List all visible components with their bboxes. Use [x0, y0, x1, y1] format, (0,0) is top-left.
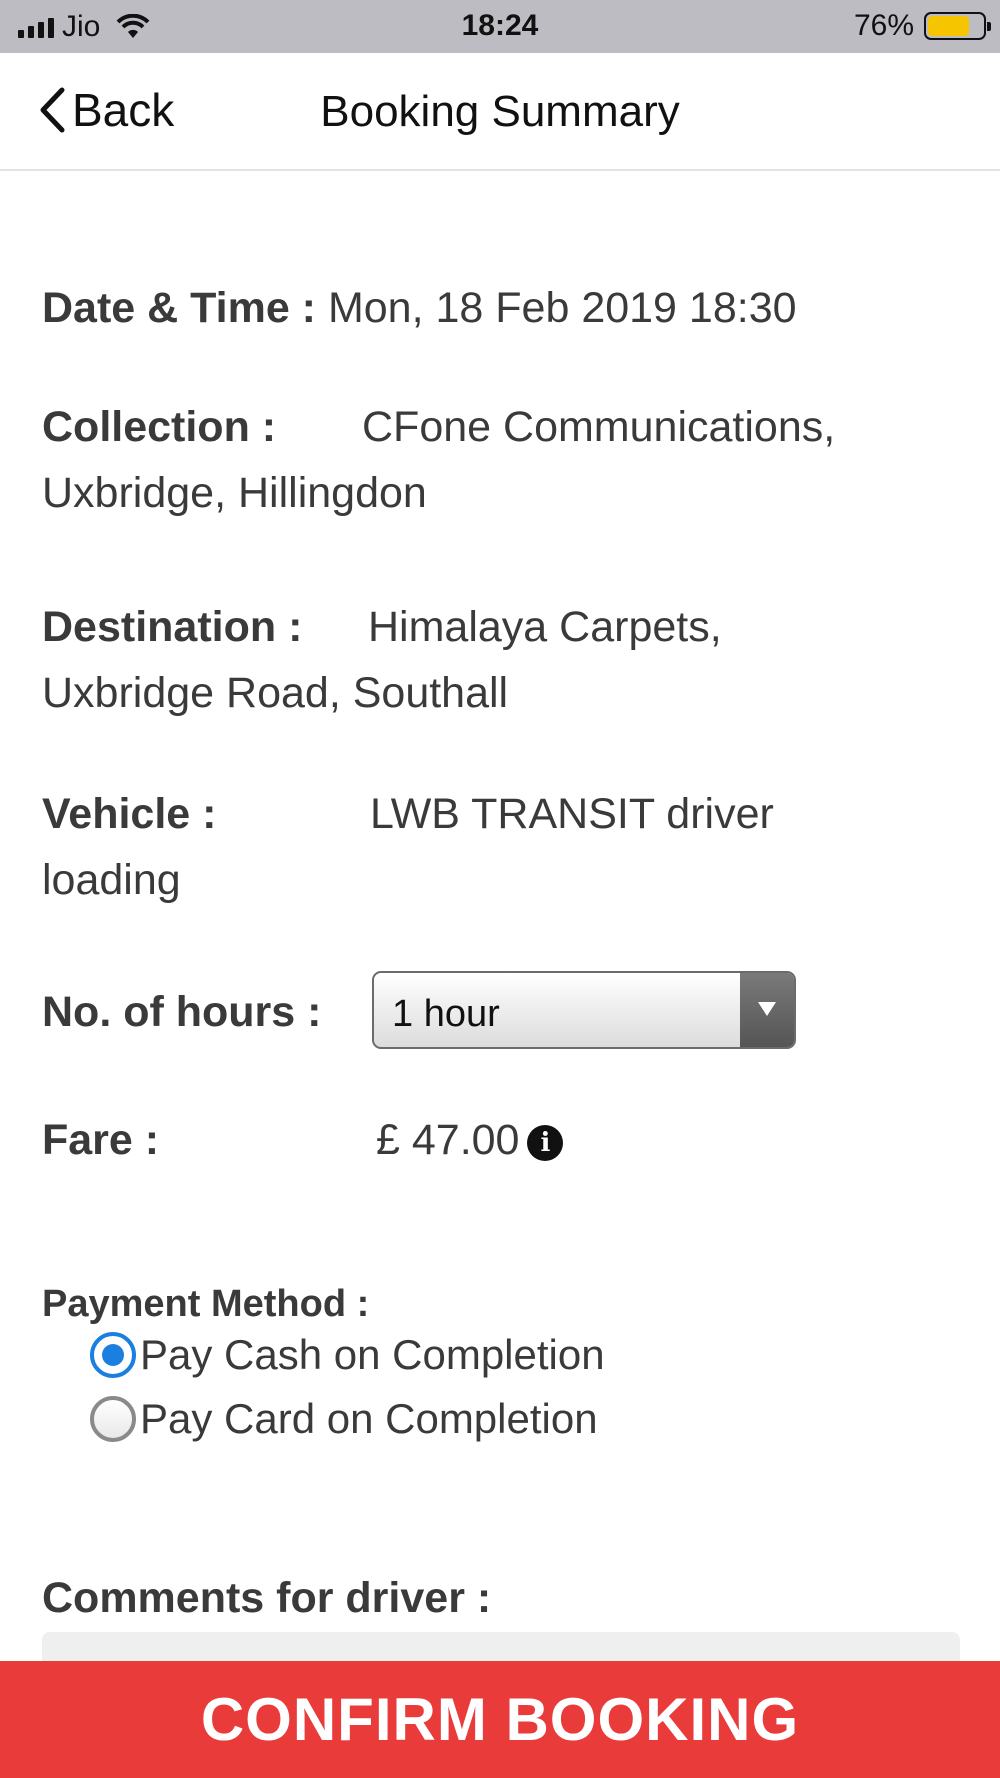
comments-label: Comments for driver :: [42, 1574, 492, 1622]
chevron-down-icon: [758, 1002, 776, 1016]
status-bar: Jio 18:24 76%: [0, 0, 1000, 53]
battery-tip: [987, 22, 991, 31]
clock: 18:24: [461, 9, 539, 42]
status-right: 76%: [853, 9, 991, 43]
collection-value-line2: Uxbridge, Hillingdon: [42, 469, 427, 517]
fare-value-group: £ 47.00 i: [376, 1107, 564, 1173]
battery-percent: 76%: [853, 9, 914, 42]
navigation-bar: Back Booking Summary: [0, 53, 1000, 171]
hours-label: No. of hours :: [42, 988, 322, 1036]
hours-select-value: 1 hour: [392, 993, 500, 1035]
payment-option-cash[interactable]: Pay Cash on Completion: [90, 1331, 605, 1379]
collection-value-line1: CFone Communications,: [362, 403, 836, 451]
destination-label: Destination :: [42, 603, 303, 651]
payment-option-card[interactable]: Pay Card on Completion: [90, 1395, 598, 1443]
collection-label: Collection :: [42, 403, 277, 451]
vehicle-row: Vehicle : LWB TRANSIT driver loading: [42, 781, 962, 913]
datetime-value: Mon, 18 Feb 2019 18:30: [327, 284, 797, 332]
vehicle-value-line2: loading: [42, 856, 181, 904]
fare-row: Fare : £ 47.00 i: [42, 1107, 962, 1173]
datetime-label: Date & Time :: [42, 284, 316, 332]
payment-method-label: Payment Method :: [42, 1283, 370, 1325]
vehicle-value-line1: LWB TRANSIT driver: [370, 790, 774, 838]
destination-value-line1: Himalaya Carpets,: [368, 603, 722, 651]
battery-icon: [924, 12, 991, 40]
destination-value-line2: Uxbridge Road, Southall: [42, 669, 509, 717]
confirm-booking-button[interactable]: CONFIRM BOOKING: [0, 1661, 1000, 1778]
hours-row: No. of hours : 1 hour: [42, 971, 962, 1051]
dropdown-arrow: [740, 973, 794, 1047]
vehicle-label: Vehicle :: [42, 790, 217, 838]
info-icon[interactable]: i: [527, 1124, 564, 1161]
radio-unselected-icon[interactable]: [90, 1396, 136, 1442]
page-title: Booking Summary: [320, 87, 680, 136]
payment-option-label: Pay Cash on Completion: [140, 1331, 605, 1378]
collection-row: Collection : CFone Communications, Uxbri…: [42, 394, 962, 526]
fare-label: Fare :: [42, 1116, 160, 1164]
fare-value: £ 47.00: [376, 1116, 520, 1164]
payment-option-label: Pay Card on Completion: [140, 1395, 598, 1442]
hours-select[interactable]: 1 hour: [372, 971, 796, 1049]
battery-level-fill: [928, 16, 970, 36]
destination-row: Destination : Himalaya Carpets, Uxbridge…: [42, 594, 962, 726]
radio-selected-icon[interactable]: [90, 1332, 136, 1378]
datetime-row: Date & Time : Mon, 18 Feb 2019 18:30: [42, 275, 962, 341]
